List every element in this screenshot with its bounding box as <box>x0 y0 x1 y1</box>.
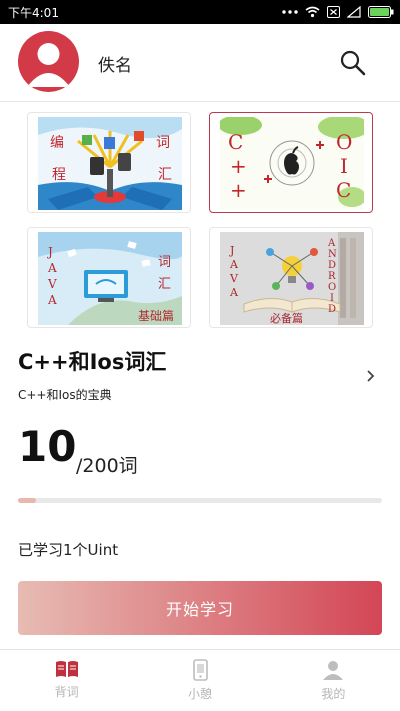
book-icon <box>55 661 78 677</box>
cover-char: A <box>47 293 57 307</box>
cover-char: N <box>328 249 337 260</box>
bottom-tab-bar: 背词 小憩 我的 <box>0 649 400 711</box>
cover-char: V <box>229 272 239 285</box>
cover-subtitle: 基础篇 <box>138 308 174 323</box>
cpp-ios-cover-image: C + + O I C <box>220 117 364 210</box>
avatar[interactable] <box>18 31 79 92</box>
cover-char: 程 <box>52 167 66 183</box>
cover-char: D <box>328 304 336 315</box>
more-dots-icon <box>282 10 298 14</box>
sim-icon <box>327 6 340 18</box>
person-icon <box>27 43 70 87</box>
tab-me[interactable]: 我的 <box>267 650 400 711</box>
cover-char: 词 <box>158 255 171 270</box>
search-button[interactable] <box>338 48 368 78</box>
cover-char: I <box>330 293 334 304</box>
cover-char: I <box>340 154 348 178</box>
username: 佚名 <box>98 56 132 76</box>
tab-label: 我的 <box>321 687 346 701</box>
chevron-right-icon <box>367 370 375 382</box>
tab-vocab[interactable]: 背词 <box>0 650 133 711</box>
words-total: /200词 <box>76 455 138 477</box>
search-icon <box>340 50 366 76</box>
cover-char: J <box>229 244 234 257</box>
cover-char: A <box>229 286 239 299</box>
battery-icon <box>368 6 394 18</box>
wifi-icon <box>305 6 320 18</box>
tab-label: 小憩 <box>187 687 212 701</box>
status-time: 下午4:01 <box>8 5 59 20</box>
learned-units-text: 已学习1个Uint <box>18 541 119 559</box>
cover-char: + <box>230 154 247 178</box>
book-card-java-android[interactable]: J A V A A N D R O I D 必备篇 <box>209 227 373 328</box>
cover-char: O <box>336 130 352 154</box>
book-detail-button[interactable] <box>362 366 380 386</box>
profile-header: 佚名 <box>0 24 400 102</box>
cover-char: 汇 <box>158 277 171 292</box>
book-card-java-basics[interactable]: J A V A 词 汇 基础篇 <box>27 227 191 328</box>
cover-char: J <box>46 245 53 259</box>
learning-progress-bar <box>18 498 382 503</box>
vocab-cover-image: 编 程 词 汇 <box>38 117 182 210</box>
tab-break[interactable]: 小憩 <box>133 650 266 711</box>
cover-char: V <box>47 277 57 291</box>
words-learned-count: 10 <box>18 422 77 471</box>
cover-char: A <box>327 238 336 249</box>
person-icon <box>323 661 344 680</box>
cover-char: O <box>328 282 336 293</box>
cover-char: R <box>328 271 336 282</box>
progress-fill <box>18 498 37 503</box>
cover-char: C <box>228 130 243 154</box>
cover-char: 汇 <box>158 167 172 183</box>
phone-icon <box>193 659 208 681</box>
cover-char: A <box>47 261 57 275</box>
book-card-cpp-ios[interactable]: C + + O I C <box>209 112 373 213</box>
java-android-cover-image: J A V A A N D R O I D 必备篇 <box>220 232 364 325</box>
book-title: C++和Ios词汇 <box>18 350 167 374</box>
cover-char: A <box>229 258 239 271</box>
cover-char: C <box>336 178 351 202</box>
start-learning-button[interactable]: 开始学习 <box>18 581 382 635</box>
cover-char: 词 <box>156 135 170 151</box>
java-basics-cover-image: J A V A 词 汇 基础篇 <box>38 232 182 325</box>
status-bar: 下午4:01 <box>0 0 400 24</box>
book-subtitle: C++和Ios的宝典 <box>18 388 112 402</box>
cover-char: 编 <box>50 135 64 151</box>
cover-char: + <box>230 178 247 202</box>
status-icons <box>282 6 394 18</box>
cover-subtitle: 必备篇 <box>270 311 303 325</box>
book-card-vocab[interactable]: 编 程 词 汇 <box>27 112 191 213</box>
tab-label: 背词 <box>54 685 79 699</box>
signal-icon <box>347 6 361 18</box>
cover-char: D <box>328 260 336 271</box>
